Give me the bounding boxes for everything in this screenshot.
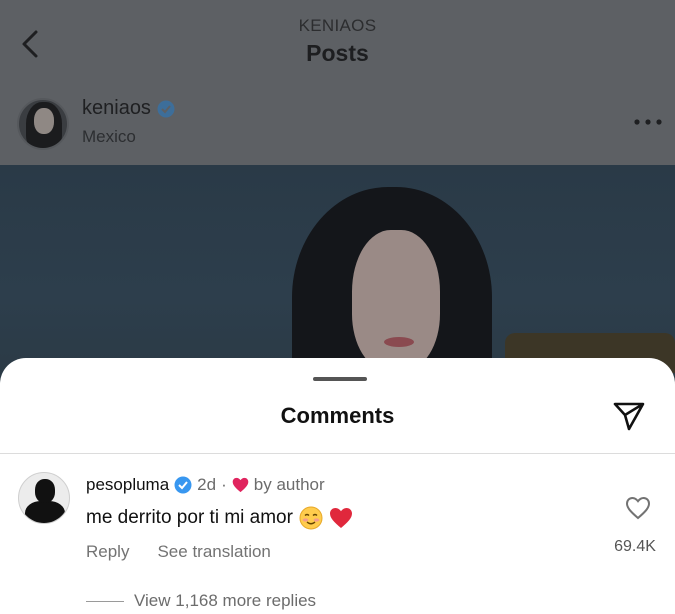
see-translation-button[interactable]: See translation: [157, 542, 270, 562]
red-heart-icon: [329, 508, 352, 528]
meta-separator: ·: [221, 475, 227, 494]
comment-username[interactable]: pesopluma: [86, 475, 169, 495]
comment-time: 2d: [197, 475, 217, 494]
reply-button[interactable]: Reply: [86, 542, 129, 562]
share-icon[interactable]: [612, 400, 646, 432]
replies-divider-line: [86, 601, 124, 602]
post-location[interactable]: Mexico: [82, 127, 136, 147]
post-author[interactable]: keniaos: [82, 97, 175, 120]
view-replies-button[interactable]: View 1,168 more replies: [134, 591, 316, 611]
account-handle: KENIAOS: [298, 16, 377, 35]
verified-icon: [157, 100, 175, 117]
avatar[interactable]: [17, 98, 69, 150]
divider: [0, 453, 675, 454]
post-header: KENIAOS Posts keniaos Mexico: [0, 0, 675, 165]
sheet-grab-handle[interactable]: [313, 377, 367, 381]
comment-text: me derrito por ti mi amor: [86, 507, 293, 528]
post-image[interactable]: [0, 165, 675, 385]
comment-body: me derrito por ti mi amor: [86, 506, 353, 530]
more-icon[interactable]: [633, 118, 663, 126]
comment-meta: pesopluma 2d · by author: [86, 475, 325, 495]
liked-by-author-label: by author: [253, 475, 325, 494]
heart-icon: [232, 477, 249, 493]
page-title: Posts: [306, 40, 369, 66]
like-count: 69.4K: [614, 538, 656, 555]
comments-sheet: Comments pesopluma 2d · by author me der…: [0, 358, 675, 614]
comments-title: Comments: [280, 403, 395, 428]
comment-actions: Reply See translation: [86, 542, 271, 562]
post-username[interactable]: keniaos: [82, 97, 151, 120]
like-icon[interactable]: [625, 496, 651, 520]
verified-icon: [174, 476, 192, 494]
comment-avatar[interactable]: [18, 472, 70, 524]
blushing-face-icon: [299, 506, 323, 530]
